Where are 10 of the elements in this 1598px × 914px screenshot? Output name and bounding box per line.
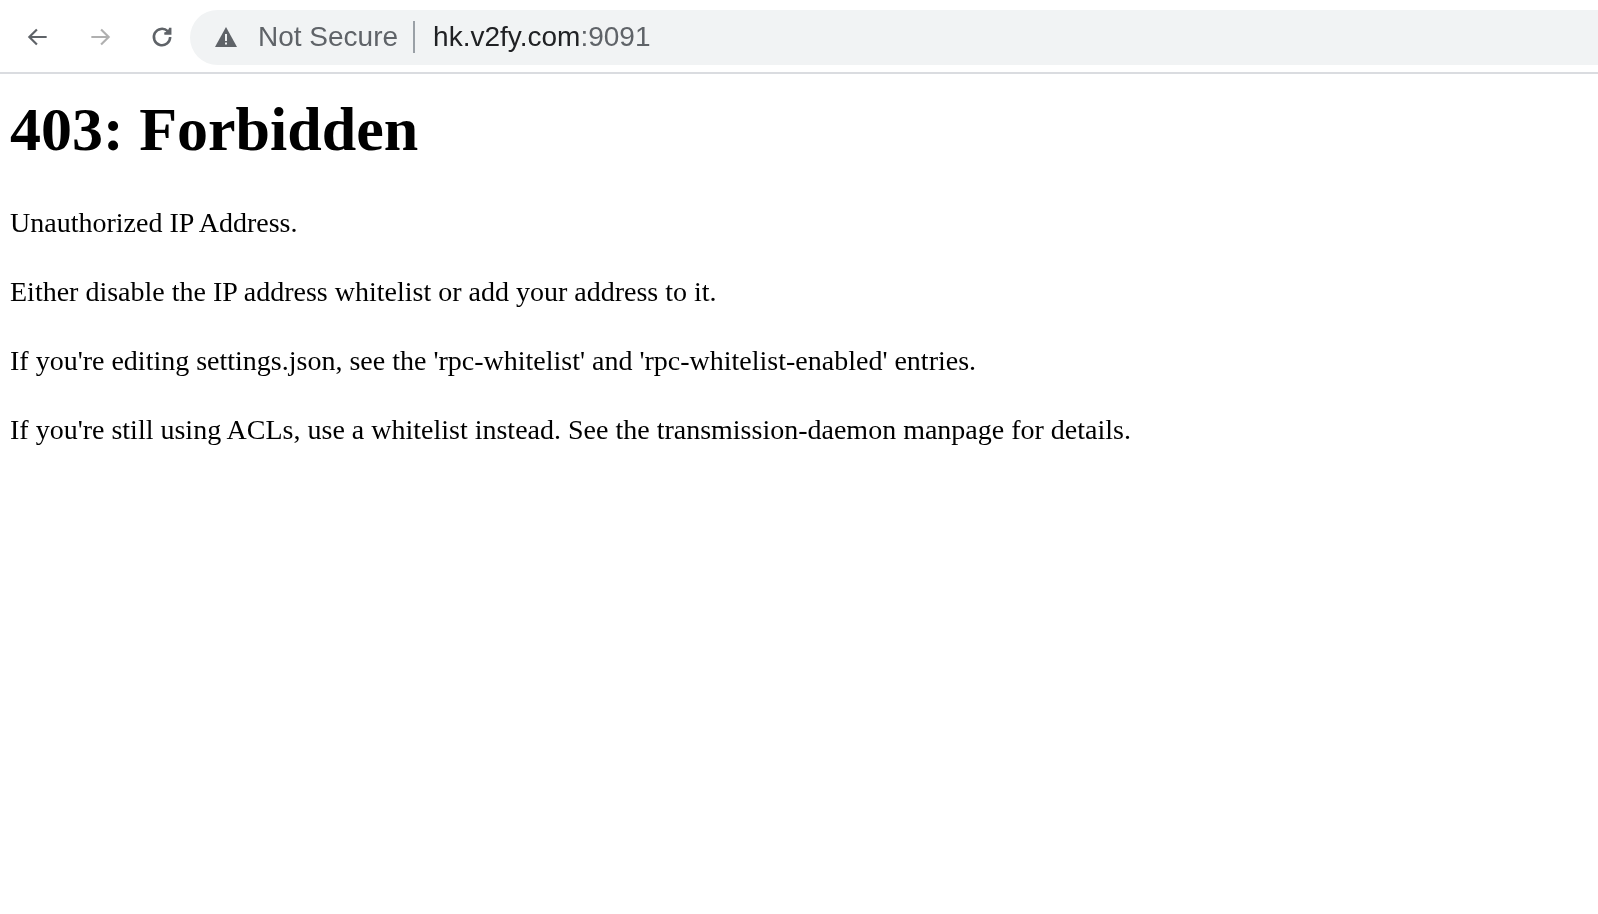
page-heading: 403: Forbidden: [10, 98, 419, 160]
paragraph: Unauthorized IP Address.: [10, 206, 298, 240]
url-port: :9091: [580, 20, 651, 54]
url-host: hk.v2fy.com: [433, 20, 581, 54]
warning-icon: [214, 26, 238, 48]
security-label[interactable]: Not Secure: [258, 16, 399, 58]
paragraph: Either disable the IP address whitelist or add your address to it.: [10, 275, 717, 309]
address-bar[interactable]: Not Secure hk.v2fy.com:9091: [190, 9, 1598, 65]
paragraph: If you're still using ACLs, use a whitelist instead. See the transmission-daemon manpage for details.: [10, 413, 1131, 447]
paragraph: If you're editing settings.json, see the 'rpc-whitelist' and 'rpc-whitelist-enabled' entries.: [10, 344, 977, 378]
